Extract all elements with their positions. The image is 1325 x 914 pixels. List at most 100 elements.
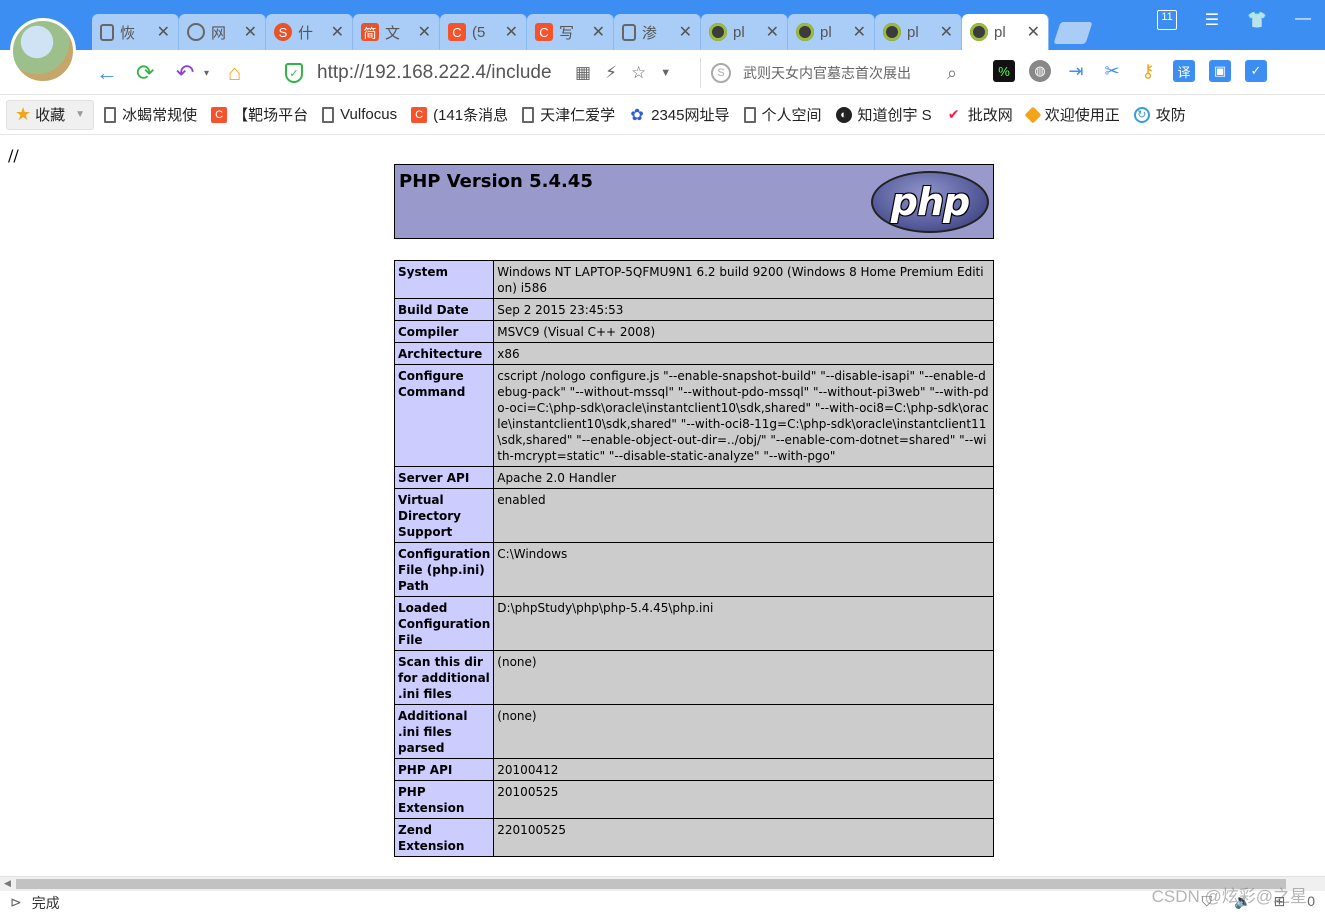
close-icon[interactable]: ✕ <box>157 22 170 42</box>
row-key: Compiler <box>393 320 495 343</box>
tab-count-badge[interactable]: 11 <box>1157 10 1177 30</box>
attack-icon: ↻ <box>1133 106 1150 123</box>
scrollbar-thumb[interactable] <box>16 879 1286 889</box>
row-key: Zend Extension <box>393 818 495 857</box>
browser-tab[interactable]: 简文 ✕ <box>353 14 440 50</box>
undo-icon[interactable]: ↶ <box>176 60 194 86</box>
search-hint[interactable]: 武则天女内官墓志首次展出 <box>743 63 933 83</box>
bookmark-item[interactable]: ✔ 批改网 <box>946 104 1013 125</box>
search-icon[interactable]: ⌕ <box>947 63 957 84</box>
scroll-left-icon[interactable]: ◀ <box>4 878 11 889</box>
row-key: Virtual Directory Support <box>393 488 495 543</box>
bookmark-label: 知道创宇 S <box>857 107 932 124</box>
key-icon[interactable]: ⚷ <box>1137 60 1159 82</box>
skin-icon[interactable]: 👕 <box>1247 10 1267 30</box>
search-box[interactable]: S 武则天女内官墓志首次展出 ⌕ <box>700 58 975 88</box>
browser-tab[interactable]: C (5 ✕ <box>440 14 527 50</box>
browser-tab[interactable]: 网 ✕ <box>179 14 266 50</box>
secure-shield-icon[interactable]: ✓ <box>285 63 303 83</box>
row-value: D:\phpStudy\php\php-5.4.45\php.ini <box>493 596 994 651</box>
browser-tab[interactable]: S 什 ✕ <box>266 14 353 50</box>
bookmark-item[interactable]: 欢迎使用正 <box>1024 104 1120 125</box>
csdn-icon: C <box>448 23 466 41</box>
refresh-icon[interactable]: ⟳ <box>136 60 154 86</box>
browser-tab[interactable]: pl ✕ <box>875 14 962 50</box>
close-icon[interactable]: ✕ <box>766 22 779 42</box>
close-icon[interactable]: ✕ <box>505 22 518 42</box>
globe-extension-icon[interactable]: ◍ <box>1029 60 1051 82</box>
prefix-text: // <box>8 146 19 165</box>
browser-tab[interactable]: pl ✕ <box>962 14 1049 50</box>
bookmark-item[interactable]: 天津仁爱学 <box>522 104 615 125</box>
close-icon[interactable]: ✕ <box>331 22 344 42</box>
php-version-title: PHP Version 5.4.45 <box>399 171 593 192</box>
bookmark-item[interactable]: 冰蝎常规使 <box>104 104 197 125</box>
tab-label: pl <box>733 23 745 41</box>
browser-tab[interactable]: 渗 ✕ <box>614 14 701 50</box>
user-avatar[interactable] <box>10 18 76 84</box>
window-controls: 11 ☰ 👕 — <box>1157 10 1311 30</box>
login-extension-icon[interactable]: ⇥ <box>1065 60 1087 82</box>
close-icon[interactable]: ✕ <box>679 22 692 42</box>
close-icon[interactable]: ✕ <box>418 22 431 42</box>
qr-code-icon[interactable]: ▦ <box>575 63 591 83</box>
bookmark-item[interactable]: ◐ 知道创宇 S <box>835 104 932 125</box>
browser-tab[interactable]: C 写 ✕ <box>527 14 614 50</box>
row-value: 20100525 <box>493 780 994 819</box>
bookmark-item[interactable]: C (141条消息 <box>411 104 508 125</box>
favorites-button[interactable]: ★ 收藏 ▼ <box>6 99 95 130</box>
table-row: Compiler MSVC9 (Visual C++ 2008) <box>393 320 994 343</box>
lightning-icon[interactable]: ⚡ <box>605 63 617 83</box>
translate-icon[interactable]: 译 <box>1173 60 1195 82</box>
scissors-icon[interactable]: ✂ <box>1101 60 1123 82</box>
csdn-icon: C <box>535 23 553 41</box>
csdn-icon: C <box>211 106 228 123</box>
close-icon[interactable]: ✕ <box>592 22 605 42</box>
bookmark-item[interactable]: C 【靶场平台 <box>211 104 308 125</box>
eclipse-icon <box>883 23 901 41</box>
menu-icon[interactable]: ☰ <box>1205 10 1219 30</box>
url-dropdown-icon[interactable]: ▼ <box>660 67 671 83</box>
sidebar-toggle-icon[interactable]: ⊳ <box>10 894 22 911</box>
tab-label: pl <box>907 23 919 41</box>
table-row: Additional .ini files parsed (none) <box>393 704 994 759</box>
bookmark-item[interactable]: ✿ 2345网址导 <box>629 104 729 125</box>
home-icon[interactable]: ⌂ <box>228 60 241 86</box>
close-icon[interactable]: ✕ <box>1027 22 1040 42</box>
percent-extension-icon[interactable]: % <box>993 60 1015 82</box>
new-tab-button[interactable] <box>1053 22 1093 44</box>
close-icon[interactable]: ✕ <box>940 22 953 42</box>
bookmark-label: 攻防 <box>1155 107 1186 124</box>
table-row: Build Date Sep 2 2015 23:45:53 <box>393 298 994 321</box>
browser-tab[interactable]: pl ✕ <box>788 14 875 50</box>
browser-tab[interactable]: pl ✕ <box>701 14 788 50</box>
document-icon <box>522 106 535 123</box>
table-row: PHP Extension 20100525 <box>393 780 994 819</box>
address-bar: ← ⟳ ↶ ▾ ⌂ ✓ http://192.168.222.4/include… <box>0 50 1325 95</box>
url-text[interactable]: http://192.168.222.4/include <box>317 62 567 84</box>
close-icon[interactable]: ✕ <box>244 22 257 42</box>
browser-tab[interactable]: 恢 ✕ <box>92 14 179 50</box>
horizontal-scrollbar[interactable]: ◀ <box>0 876 1325 891</box>
tab-bar: 恢 ✕ 网 ✕ S 什 ✕ 简文 ✕ C (5 ✕ C 写 ✕ 渗 ✕ pl ✕ pl ✕ pl ✕ pl ✕ 11 ☰ 👕 — <box>0 0 1325 84</box>
star-icon[interactable]: ☆ <box>631 63 646 83</box>
close-icon[interactable]: ✕ <box>853 22 866 42</box>
bookmark-item[interactable]: Vulfocus <box>322 106 397 123</box>
minimize-icon[interactable]: — <box>1295 10 1311 30</box>
row-value: cscript /nologo configure.js "--enable-s… <box>493 364 994 467</box>
undo-dropdown-icon[interactable]: ▾ <box>204 68 209 79</box>
bookmark-label: (141条消息 <box>433 107 509 124</box>
row-key: Configure Command <box>393 364 495 467</box>
tab-label: pl <box>994 23 1006 41</box>
php-logo[interactable]: php <box>871 171 989 233</box>
screenshot-icon[interactable]: ▣ <box>1209 60 1231 82</box>
bookmarks-bar: ★ 收藏 ▼ 冰蝎常规使 C 【靶场平台 Vulfocus C (141条消息 天津仁爱学 ✿… <box>0 95 1325 135</box>
tab-label: 什 <box>298 24 314 42</box>
bookmark-item[interactable]: 个人空间 <box>743 104 822 125</box>
row-value: MSVC9 (Visual C++ 2008) <box>493 320 994 343</box>
bookmark-item[interactable]: ↻ 攻防 <box>1133 104 1186 125</box>
shield-extension-icon[interactable]: ✓ <box>1245 60 1267 82</box>
back-icon[interactable]: ← <box>96 60 118 86</box>
url-box[interactable]: ✓ http://192.168.222.4/include ▦ ⚡ ☆ ▼ <box>275 56 685 90</box>
download-count[interactable]: 0 <box>1307 893 1315 910</box>
